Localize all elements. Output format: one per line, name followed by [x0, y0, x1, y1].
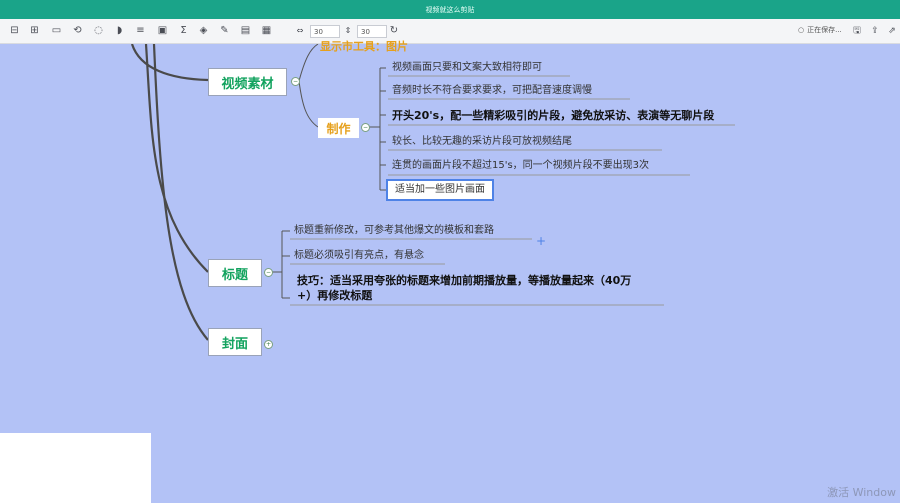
loading-icon: ○ — [798, 26, 805, 34]
add-topic-icon[interactable]: + — [536, 233, 546, 248]
tag-icon[interactable]: ◈ — [197, 23, 210, 38]
height-icon: ⇕ — [344, 26, 352, 35]
topic-icon[interactable]: ⊟ — [8, 23, 21, 38]
collapse-toggle-video[interactable]: − — [291, 77, 300, 86]
leaf-title-3-cont[interactable]: +）再修改标题 — [297, 289, 372, 303]
height-input[interactable]: 30 — [357, 25, 387, 38]
leaf-video-3[interactable]: 开头20's，配一些精彩吸引的片段，避免放采访、表演等无聊片段 — [392, 109, 714, 123]
refresh-icon[interactable]: ↻ — [388, 23, 400, 38]
leaf-video-1[interactable]: 视频画面只要和文案大致相符即可 — [392, 61, 542, 75]
pen-icon[interactable]: ✎ — [218, 23, 231, 38]
boundary-icon[interactable]: ▭ — [50, 23, 63, 38]
leaf-video-6-selected[interactable]: 适当加一些图片画面 — [386, 179, 494, 201]
summary-icon[interactable]: ≡ — [134, 23, 147, 38]
image-icon[interactable]: ▣ — [156, 23, 169, 38]
link-icon[interactable]: ⟲ — [71, 23, 84, 38]
window-titlebar: 视频就这么剪贴 — [0, 0, 900, 19]
topic-title[interactable]: 标题 — [208, 259, 262, 287]
callout-icon[interactable]: ◗ — [113, 23, 126, 38]
note-icon[interactable]: ▤ — [239, 23, 252, 38]
save-status: ○ 正在保存... — [798, 25, 842, 35]
leaf-video-4[interactable]: 较长、比较无趣的采访片段可放视频结尾 — [392, 135, 572, 149]
topic-cover[interactable]: 封面 — [208, 328, 262, 356]
export-icon[interactable]: ⇪ — [869, 23, 881, 38]
leaf-title-1[interactable]: 标题重新修改，可参考其他爆文的模板和套路 — [294, 224, 494, 238]
share-icon[interactable]: ⇗ — [886, 23, 898, 38]
subtopic-production[interactable]: 制作 — [318, 118, 359, 138]
collapse-toggle-production[interactable]: − — [361, 123, 370, 132]
width-input[interactable]: 30 — [310, 25, 340, 38]
leaf-video-5[interactable]: 连贯的画面片段不超过15's，同一个视频片段不要出现3次 — [392, 159, 649, 173]
template-icon[interactable]: ▦ — [260, 23, 273, 38]
collapse-toggle-title[interactable]: − — [264, 268, 273, 277]
window-title: 视频就这么剪贴 — [425, 5, 475, 14]
leaf-title-3[interactable]: 技巧：适当采用夸张的标题来增加前期播放量，等播放量起来（40万 — [297, 274, 631, 288]
activation-watermark: 激活 Window — [827, 486, 896, 499]
save-status-text: 正在保存... — [807, 26, 842, 34]
subtopic-icon[interactable]: ⊞ — [28, 23, 41, 38]
topic-video-material[interactable]: 视频素材 — [208, 68, 287, 96]
expand-toggle-cover[interactable]: + — [264, 340, 273, 349]
leaf-title-2[interactable]: 标题必须吸引有亮点，有悬念 — [294, 249, 424, 263]
width-icon: ⇔ — [296, 26, 304, 35]
leaf-video-2[interactable]: 音频时长不符合要求要求，可把配音速度调慢 — [392, 84, 592, 98]
comment-icon[interactable]: ◌ — [92, 23, 105, 38]
formula-icon[interactable]: Σ — [177, 23, 190, 38]
partial-node[interactable]: 显示市工具：图片 — [320, 40, 408, 54]
save-icon[interactable]: 🖫 — [851, 23, 863, 38]
toolbar: ⊟ ⊞ ▭ ⟲ ◌ ◗ ≡ ▣ Σ ◈ ✎ ▤ ▦ ⇔ 30 ⇕ 30 ↻ ○ … — [0, 19, 900, 44]
blank-panel — [0, 433, 151, 503]
